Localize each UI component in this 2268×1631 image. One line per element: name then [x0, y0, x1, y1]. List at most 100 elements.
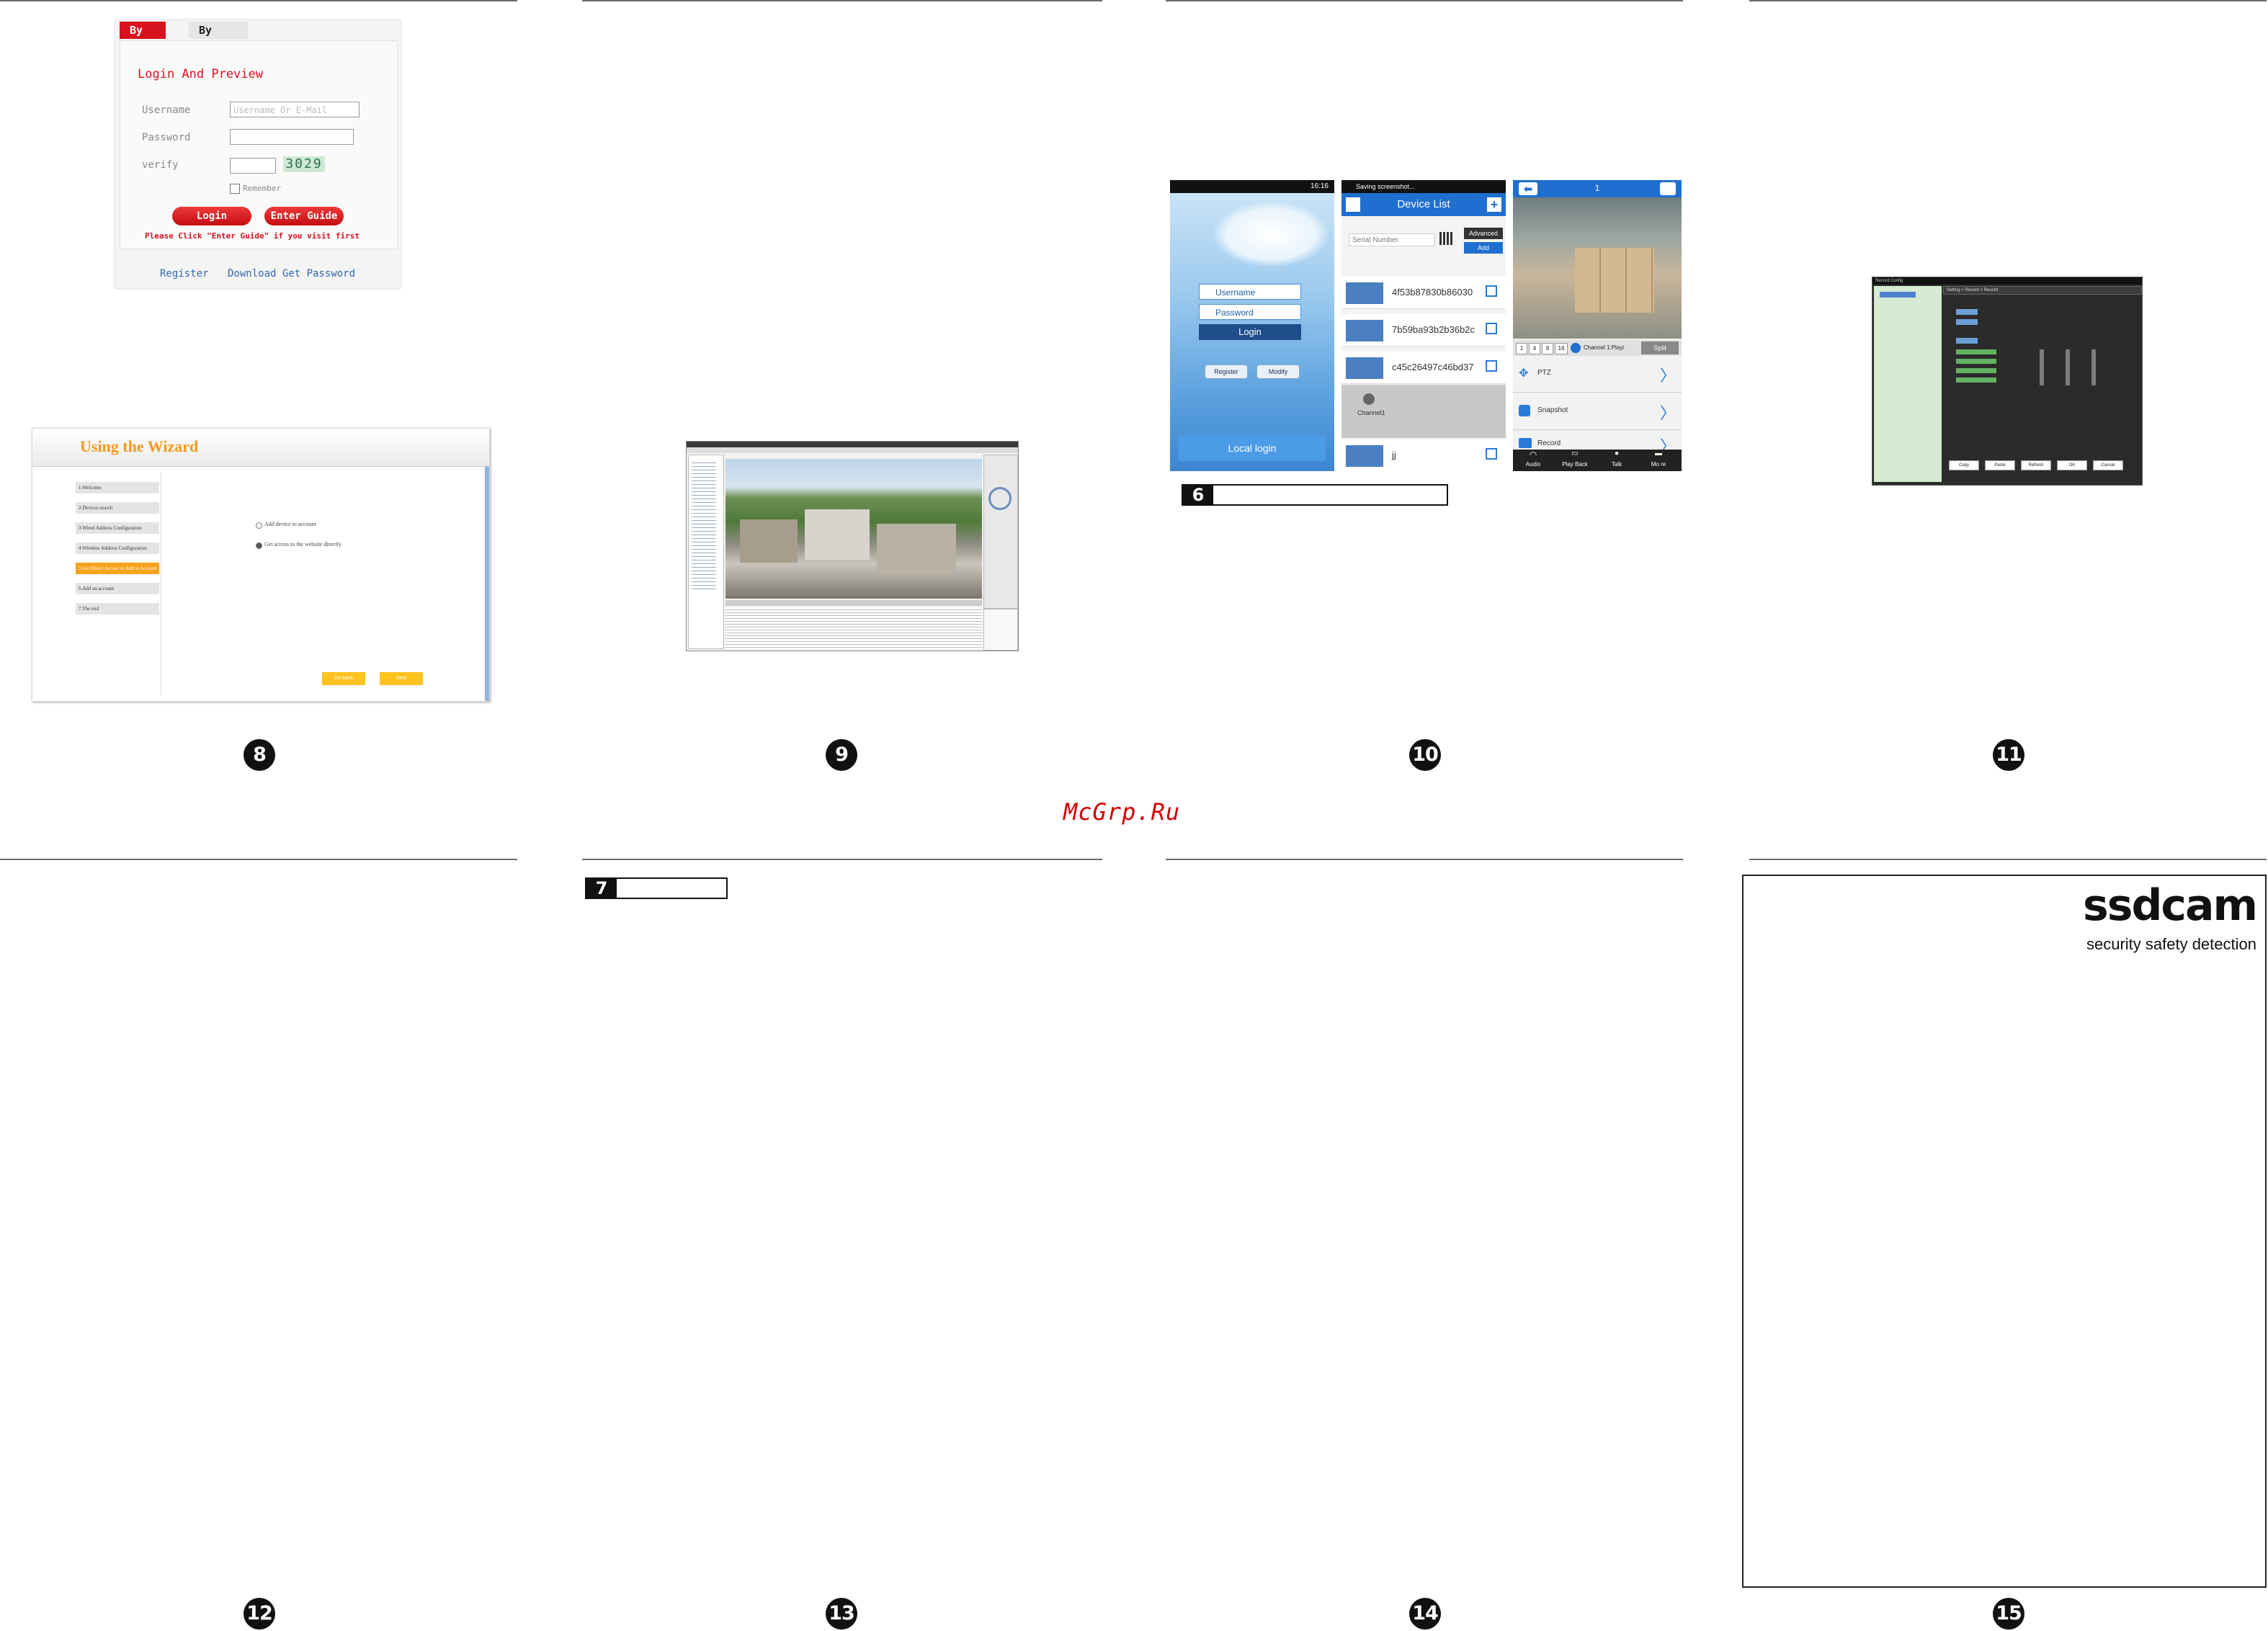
status-time: 16:16 — [1310, 182, 1329, 190]
verify-input[interactable] — [230, 158, 276, 174]
scrollbar[interactable] — [485, 466, 489, 701]
menu-label: Snapshot — [1537, 406, 1568, 414]
local-login-button[interactable]: Local login — [1179, 435, 1326, 461]
radio-add-to-account[interactable] — [256, 522, 262, 529]
channel-select[interactable] — [1956, 309, 1978, 315]
divider-line — [582, 0, 1102, 1]
split-16-button[interactable]: 16 — [1555, 343, 1568, 354]
page-number: 11 — [1993, 739, 2024, 771]
system-menu[interactable] — [983, 609, 1018, 651]
cms-menubar — [687, 447, 1018, 453]
menu-snapshot[interactable]: Snapshot 〉 — [1513, 393, 1682, 430]
menu-label: Record — [1537, 439, 1561, 447]
register-button[interactable]: Register — [1205, 365, 1248, 379]
page-number: 14 — [1409, 1598, 1441, 1630]
talk-label: Talk — [1611, 461, 1622, 468]
video-toolbar[interactable] — [726, 600, 982, 606]
login-button[interactable]: Login — [172, 207, 251, 225]
more-button[interactable]: ▬ Mo re — [1638, 450, 1679, 468]
selected-node[interactable] — [1880, 292, 1916, 298]
edit-icon[interactable] — [1486, 323, 1497, 334]
split-1-button[interactable]: 1 — [1516, 343, 1527, 354]
edit-icon[interactable] — [1486, 285, 1497, 297]
playback-button[interactable]: ▭ Play Back — [1555, 450, 1595, 468]
menu-ptz[interactable]: ✥ PTZ 〉 — [1513, 356, 1682, 393]
edit-icon[interactable] — [1486, 448, 1497, 460]
period-checkboxes[interactable] — [2040, 349, 2104, 385]
wizard-title: Using the Wizard — [80, 437, 199, 455]
device-row[interactable]: 7b59ba93b2b36b2c — [1341, 314, 1506, 347]
setting-tree[interactable] — [1874, 286, 1942, 482]
divider-line — [582, 859, 1102, 860]
modify-button[interactable]: Modify — [1256, 365, 1300, 379]
channel-status: Channel 1:Playi — [1584, 344, 1625, 351]
paste-button[interactable]: Paste — [1985, 460, 2015, 470]
ptz-direction-icon[interactable] — [988, 487, 1012, 510]
add-device-icon[interactable]: + — [1487, 197, 1501, 212]
watermark: McGrp.Ru — [1063, 798, 1181, 826]
period-time-fields[interactable] — [1956, 349, 1996, 385]
cancel-button[interactable]: Cancel — [2093, 460, 2123, 470]
channel-panel[interactable]: Channel1 — [1341, 385, 1506, 438]
register-link[interactable]: Register — [160, 268, 208, 280]
talk-button[interactable]: ● Talk — [1597, 450, 1637, 468]
device-row[interactable]: c45c26497c46bd37 — [1341, 352, 1506, 384]
serial-number-input[interactable]: Serial Number — [1349, 233, 1435, 246]
add-button[interactable]: Add — [1464, 242, 1503, 254]
enter-guide-button[interactable]: Enter Guide — [264, 207, 344, 225]
status-bar: 16:16 — [1170, 180, 1334, 193]
device-list-header: Device List + — [1341, 193, 1506, 216]
password-input[interactable]: Password — [1199, 304, 1301, 320]
device-thumbnail — [1346, 357, 1383, 379]
fullscreen-icon[interactable] — [1660, 182, 1676, 195]
page-indicator: 1 — [1594, 183, 1600, 193]
device-row[interactable]: 4f53b87830b86030 — [1341, 277, 1506, 309]
device-tree[interactable] — [688, 455, 724, 649]
page-number: 10 — [1409, 739, 1441, 771]
live-view-header: ⬅ 1 — [1513, 180, 1682, 197]
wizard-next-button[interactable]: Next — [380, 672, 423, 685]
chevron-right-icon: 〉 — [1659, 367, 1676, 385]
week-select[interactable] — [1956, 338, 1978, 344]
split-4-button[interactable]: 4 — [1529, 343, 1540, 354]
split-button[interactable]: Split — [1641, 341, 1679, 354]
channel-toolbar: 1 4 9 16 Channel 1:Playi Split — [1513, 340, 1682, 356]
radio-direct-access[interactable] — [256, 542, 262, 549]
wizard-back-button[interactable]: Go back — [322, 672, 365, 685]
section-number: 7 — [586, 879, 617, 898]
edit-icon[interactable] — [1486, 360, 1497, 372]
length-input[interactable] — [1956, 319, 1978, 325]
device-row[interactable]: jj — [1341, 439, 1506, 471]
record-icon — [1519, 438, 1532, 448]
app-device-list-screen: Saving screenshot... Device List + Seria… — [1341, 180, 1506, 471]
cms-client-window — [686, 441, 1019, 651]
page-number: 9 — [826, 739, 857, 771]
wizard-step: 4.Wireless Address Configuration — [76, 542, 159, 554]
password-input[interactable] — [230, 129, 354, 145]
tab-by-user[interactable]: By User — [120, 22, 166, 54]
video-building — [805, 509, 870, 560]
ok-button[interactable]: OK — [2057, 460, 2087, 470]
advanced-button[interactable]: Advanced — [1464, 228, 1503, 239]
split-9-button[interactable]: 9 — [1542, 343, 1553, 354]
page-number: 13 — [826, 1598, 857, 1630]
tab-by-device[interactable]: By Device — [189, 22, 249, 54]
page-number: 15 — [1993, 1598, 2024, 1630]
divider-line — [1166, 0, 1683, 1]
login-button[interactable]: Login — [1199, 324, 1301, 340]
remember-checkbox[interactable] — [230, 184, 240, 194]
video-building — [877, 524, 956, 574]
refresh-button[interactable]: Refresh — [2021, 460, 2051, 470]
setting-title: Record Config — [1875, 279, 1903, 283]
audio-button[interactable]: ◠ Audio — [1513, 450, 1553, 468]
copy-button[interactable]: Copy — [1949, 460, 1979, 470]
channel-label: Channel1 — [1357, 409, 1385, 416]
download-password-link[interactable]: Download Get Password — [228, 268, 355, 280]
live-video-view — [726, 459, 982, 599]
page-number: 12 — [244, 1598, 275, 1630]
wizard-step: 3.Wired Address Configuration — [76, 522, 159, 534]
username-input[interactable]: Username — [1199, 284, 1301, 300]
record-schedule-grid[interactable] — [1949, 302, 2129, 410]
qr-code-icon[interactable] — [1439, 232, 1452, 245]
username-input[interactable]: Username Or E-Mail — [230, 102, 360, 117]
